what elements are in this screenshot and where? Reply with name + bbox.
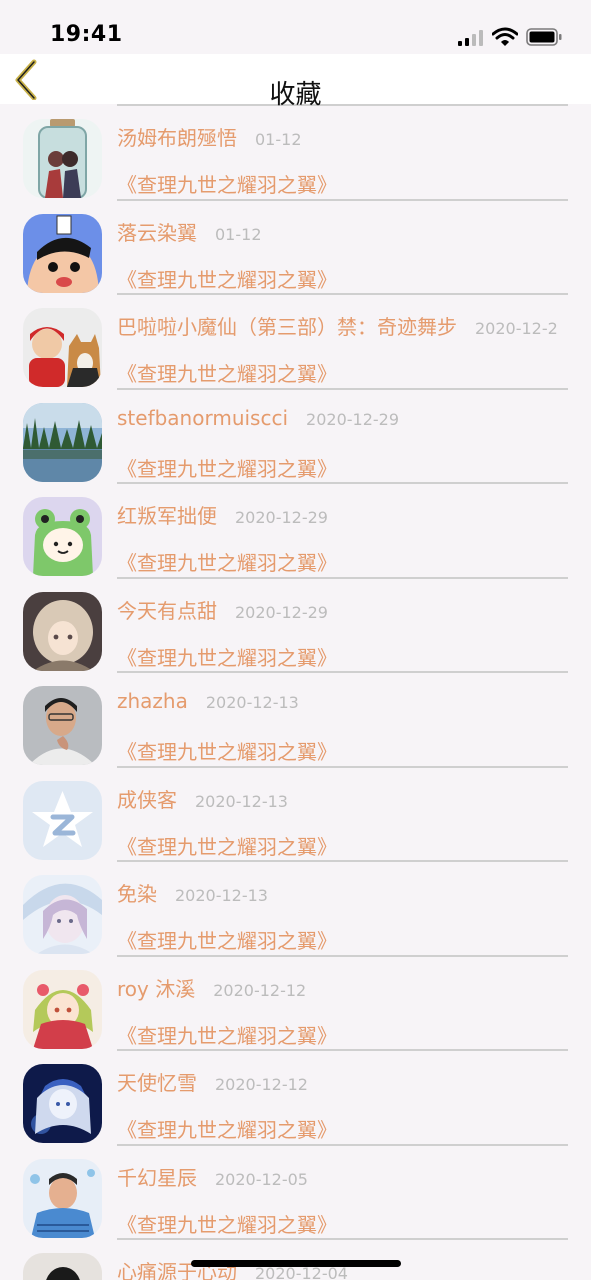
username[interactable]: zhazha	[117, 689, 188, 713]
username[interactable]: 汤姆布朗殛悟	[117, 126, 237, 150]
status-time: 19:41	[50, 22, 123, 47]
battery-icon	[526, 28, 562, 46]
book-title[interactable]: 《查理九世之耀羽之翼》	[117, 453, 337, 482]
book-title[interactable]: 《查理九世之耀羽之翼》	[117, 358, 337, 387]
username[interactable]: 落云染翼	[117, 221, 197, 245]
date: 2020-12-13	[175, 886, 268, 905]
page-title: 收藏	[269, 80, 322, 110]
avatar[interactable]	[23, 591, 102, 671]
avatar[interactable]	[23, 1064, 102, 1143]
date: 2020-12-12	[215, 1075, 308, 1094]
list-item[interactable]: 巴啦啦小魔仙（第三部）禁：奇迹舞步 2020-12-2 《查理九世之耀羽之翼》	[0, 293, 591, 388]
book-title[interactable]: 《查理九世之耀羽之翼》	[117, 642, 337, 671]
avatar[interactable]	[23, 119, 102, 198]
username[interactable]: 成侠客	[117, 788, 177, 812]
status-bar: 19:41	[0, 0, 591, 54]
avatar[interactable]	[23, 1253, 102, 1280]
list-item[interactable]: 免染 2020-12-13 《查理九世之耀羽之翼》	[0, 860, 591, 955]
date: 2020-12-05	[215, 1169, 308, 1189]
avatar[interactable]	[23, 686, 102, 765]
book-title[interactable]: 《查理九世之耀羽之翼》	[117, 736, 337, 765]
book-title[interactable]: 《查理九世之耀羽之翼》	[117, 169, 337, 198]
date: 2020-12-13	[205, 693, 299, 712]
home-indicator	[191, 1260, 401, 1267]
avatar[interactable]	[23, 1158, 102, 1238]
username[interactable]: 今天有点甜	[117, 599, 217, 623]
list-item[interactable]: 汤姆布朗殛悟 01-12 《查理九世之耀羽之翼》	[0, 104, 591, 199]
date: 2020-12-29	[306, 409, 400, 429]
avatar[interactable]	[23, 969, 102, 1049]
avatar[interactable]	[23, 402, 102, 482]
list-item[interactable]: 红叛军拙便 2020-12-29 《查理九世之耀羽之翼》	[0, 482, 591, 577]
list-item[interactable]: 今天有点甜 2020-12-29 《查理九世之耀羽之翼》	[0, 576, 591, 672]
date: 2020-12-13	[195, 791, 288, 811]
navigation-bar: 收藏	[0, 54, 591, 110]
username[interactable]: roy 沐溪	[117, 977, 195, 1001]
avatar[interactable]	[23, 497, 102, 576]
wifi-icon	[492, 27, 518, 46]
username[interactable]: 巴啦啦小魔仙（第三部）禁：奇迹舞步	[117, 315, 457, 339]
book-title[interactable]: 《查理九世之耀羽之翼》	[117, 1209, 337, 1238]
book-title[interactable]: 《查理九世之耀羽之翼》	[117, 1020, 337, 1049]
list-item[interactable]: zhazha 2020-12-13 《查理九世之耀羽之翼》	[0, 671, 591, 766]
list-item[interactable]: 落云染翼 01-12 《查理九世之耀羽之翼》	[0, 198, 591, 294]
username[interactable]: 免染	[117, 882, 157, 906]
username[interactable]: 千幻星辰	[117, 1166, 197, 1190]
date: 2020-12-2	[475, 319, 558, 338]
avatar[interactable]	[23, 213, 102, 293]
avatar[interactable]	[23, 875, 102, 954]
book-title[interactable]: 《查理九世之耀羽之翼》	[117, 547, 337, 576]
username[interactable]: stefbanormuiscci	[117, 406, 288, 430]
book-title[interactable]: 《查理九世之耀羽之翼》	[117, 831, 337, 860]
book-title[interactable]: 《查理九世之耀羽之翼》	[117, 925, 337, 954]
username[interactable]: 天使忆雪	[117, 1071, 197, 1095]
book-title[interactable]: 《查理九世之耀羽之翼》	[117, 1114, 337, 1143]
list-item[interactable]: roy 沐溪 2020-12-12 《查理九世之耀羽之翼》	[0, 954, 591, 1050]
username[interactable]: 红叛军拙便	[117, 504, 217, 528]
list-item[interactable]: 天使忆雪 2020-12-12 《查理九世之耀羽之翼》	[0, 1049, 591, 1144]
list-item[interactable]: 成侠客 2020-12-13 《查理九世之耀羽之翼》	[0, 765, 591, 861]
favorites-list: 汤姆布朗殛悟 01-12 《查理九世之耀羽之翼》 落云染翼 01-12 《查理九世之…	[0, 104, 591, 1280]
list-item[interactable]: 心痛源于心动 2020-12-04	[0, 1238, 591, 1280]
avatar[interactable]	[23, 308, 102, 387]
date: 2020-12-12	[213, 980, 307, 1000]
date: 01-12	[215, 224, 262, 244]
date: 2020-12-29	[235, 602, 328, 622]
cellular-signal-icon	[458, 30, 483, 46]
date: 2020-12-29	[235, 508, 328, 527]
book-title[interactable]: 《查理九世之耀羽之翼》	[117, 264, 337, 293]
avatar[interactable]	[23, 780, 102, 860]
list-item[interactable]: 千幻星辰 2020-12-05 《查理九世之耀羽之翼》	[0, 1143, 591, 1239]
list-item[interactable]: stefbanormuiscci 2020-12-29 《查理九世之耀羽之翼》	[0, 387, 591, 483]
date: 01-12	[255, 130, 302, 149]
